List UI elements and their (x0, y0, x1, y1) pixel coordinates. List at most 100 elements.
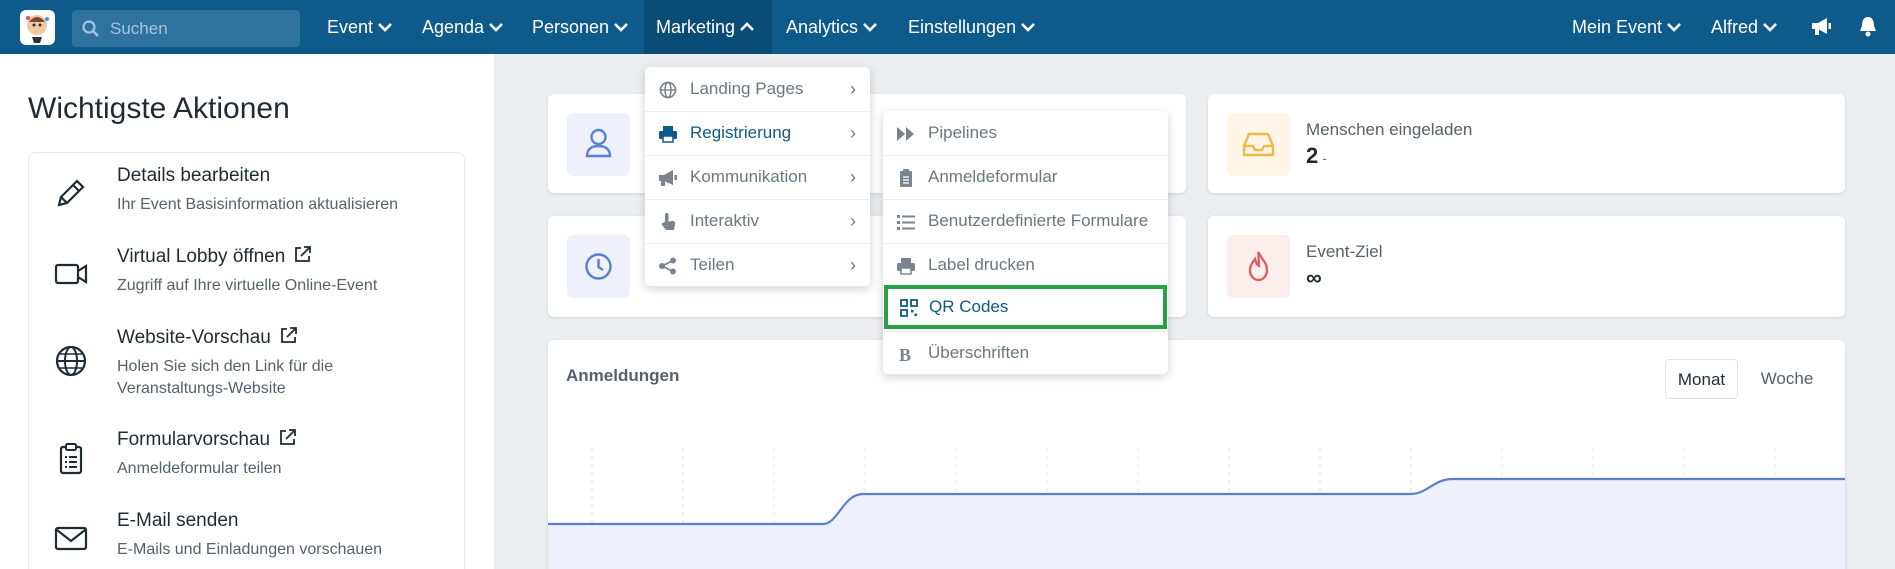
nav-personen-label: Personen (532, 17, 610, 37)
action-open-virtual-lobby[interactable]: Virtual Lobby öffnen Zugriff auf Ihre vi… (29, 246, 466, 308)
chevron-down-icon (614, 22, 628, 32)
nav-agenda-label: Agenda (422, 17, 485, 37)
menu-item-landing-pages[interactable]: Landing Pages › (645, 67, 870, 111)
clock-icon (585, 253, 612, 280)
inbox-icon (1242, 132, 1275, 157)
globe-icon (659, 81, 677, 99)
user-icon (585, 128, 612, 158)
action-website-preview[interactable]: Website-Vorschau Holen Sie sich den Link… (29, 327, 466, 397)
action-title-text: E-Mail senden (117, 510, 239, 531)
stat-label: Menschen eingeladen (1306, 120, 1473, 139)
registrations-chart-card: Anmeldungen Monat Woche (548, 340, 1845, 569)
action-title: E-Mail senden (117, 510, 238, 532)
action-send-email[interactable]: E-Mail senden E-Mails und Einladungen vo… (29, 510, 466, 569)
bell-icon[interactable] (1858, 15, 1878, 37)
action-subtitle: Ihr Event Basisinformation aktualisieren (117, 196, 399, 213)
chevron-down-icon (1763, 22, 1777, 32)
menu-item-label: Benutzerdefinierte Formulare (928, 211, 1149, 230)
stat-value: ∞ (1306, 265, 1322, 290)
menu-item-label: Registrierung (690, 123, 792, 142)
nav-agenda[interactable]: Agenda (422, 0, 503, 54)
chevron-right-icon: › (850, 79, 856, 99)
action-title-text: Formularvorschau (117, 429, 271, 450)
stat-icon-box (567, 113, 630, 176)
stat-card-invited: Menschen eingeladen 2- (1208, 94, 1845, 193)
action-edit-details[interactable]: Details bearbeiten Ihr Event Basisinform… (29, 165, 466, 227)
bold-icon: B (899, 345, 911, 363)
stat-label: Event-Ziel (1306, 242, 1383, 261)
submenu-item-anmeldeformular[interactable]: Anmeldeformular (883, 155, 1168, 199)
chevron-down-icon (863, 22, 877, 32)
external-link-icon (280, 429, 297, 446)
svg-text:B: B (899, 345, 911, 363)
printer-icon (897, 258, 915, 275)
fire-icon (1248, 251, 1269, 282)
nav-analytics-label: Analytics (786, 17, 859, 37)
search-placeholder: Suchen (110, 19, 168, 38)
action-title-text: Virtual Lobby öffnen (117, 246, 286, 267)
action-subtitle: Holen Sie sich den Link für die Veransta… (117, 358, 334, 397)
stat-value-suffix: - (1322, 150, 1327, 166)
nav-mein-event[interactable]: Mein Event (1572, 0, 1681, 54)
nav-einstellungen[interactable]: Einstellungen (908, 0, 1036, 54)
envelope-icon (54, 526, 88, 551)
menu-item-label: Kommunikation (690, 167, 808, 186)
globe-icon (55, 345, 87, 377)
nav-einstellungen-label: Einstellungen (908, 17, 1017, 37)
chevron-right-icon: › (850, 123, 856, 143)
app-logo[interactable] (20, 10, 55, 45)
nav-user-alfred[interactable]: Alfred (1711, 0, 1777, 54)
stat-value: 2- (1306, 143, 1327, 169)
menu-item-interaktiv[interactable]: Interaktiv › (645, 199, 870, 243)
action-title-text: Details bearbeiten (117, 165, 271, 186)
action-title: Website-Vorschau (117, 327, 298, 349)
page-title: Wichtigste Aktionen (28, 92, 290, 125)
clipboard-icon (59, 443, 83, 475)
nav-marketing[interactable]: Marketing (644, 0, 772, 54)
submenu-item-qr-codes[interactable]: QR Codes (884, 285, 1167, 329)
stat-icon-box (1227, 113, 1290, 176)
action-title-text: Website-Vorschau (117, 327, 271, 348)
menu-item-label: Teilen (690, 255, 735, 274)
chevron-down-icon (1667, 22, 1681, 32)
fast-forward-icon (897, 127, 914, 141)
chevron-down-icon (1021, 22, 1036, 32)
menu-item-label: Überschriften (928, 343, 1030, 362)
chevron-right-icon: › (850, 255, 856, 275)
pencil-icon (57, 179, 85, 207)
megaphone-icon[interactable] (1810, 15, 1832, 37)
submenu-item-custom-forms[interactable]: Benutzerdefinierte Formulare (883, 199, 1168, 243)
chevron-right-icon: › (850, 211, 856, 231)
action-form-preview[interactable]: Formularvorschau Anmeldeformular teilen (29, 429, 466, 491)
search-input[interactable]: Suchen (72, 10, 300, 47)
menu-item-label: Interaktiv (690, 211, 759, 230)
pointer-hand-icon (661, 213, 675, 230)
menu-item-teilen[interactable]: Teilen › (645, 243, 870, 287)
nav-event-label: Event (327, 17, 374, 37)
registrations-chart (548, 448, 1845, 569)
nav-analytics[interactable]: Analytics (786, 0, 877, 54)
external-link-icon (295, 246, 312, 263)
clipboard-icon (900, 169, 912, 187)
action-subtitle: Anmeldeformular teilen (117, 460, 282, 477)
marketing-dropdown-menu: Landing Pages › Registrierung › Kommunik… (645, 67, 870, 286)
nav-event[interactable]: Event (327, 0, 392, 54)
search-icon (82, 20, 99, 37)
nav-personen[interactable]: Personen (532, 0, 628, 54)
submenu-item-ueberschriften[interactable]: B Überschriften (883, 331, 1168, 375)
menu-item-kommunikation[interactable]: Kommunikation › (645, 155, 870, 199)
share-icon (659, 257, 676, 275)
submenu-item-label-drucken[interactable]: Label drucken (883, 243, 1168, 287)
video-camera-icon (54, 263, 88, 285)
key-actions-panel: Wichtigste Aktionen Details bearbeiten I… (0, 54, 494, 569)
stat-value-number: 2 (1306, 143, 1319, 168)
chevron-up-icon (740, 21, 754, 31)
megaphone-icon (659, 170, 677, 186)
logo-icon (26, 15, 49, 43)
submenu-item-pipelines[interactable]: Pipelines (883, 111, 1168, 155)
menu-item-label: Landing Pages (690, 79, 804, 98)
action-title: Formularvorschau (117, 429, 297, 451)
qr-code-icon (900, 299, 918, 317)
menu-item-registrierung[interactable]: Registrierung › (645, 111, 870, 155)
action-title: Virtual Lobby öffnen (117, 246, 312, 268)
